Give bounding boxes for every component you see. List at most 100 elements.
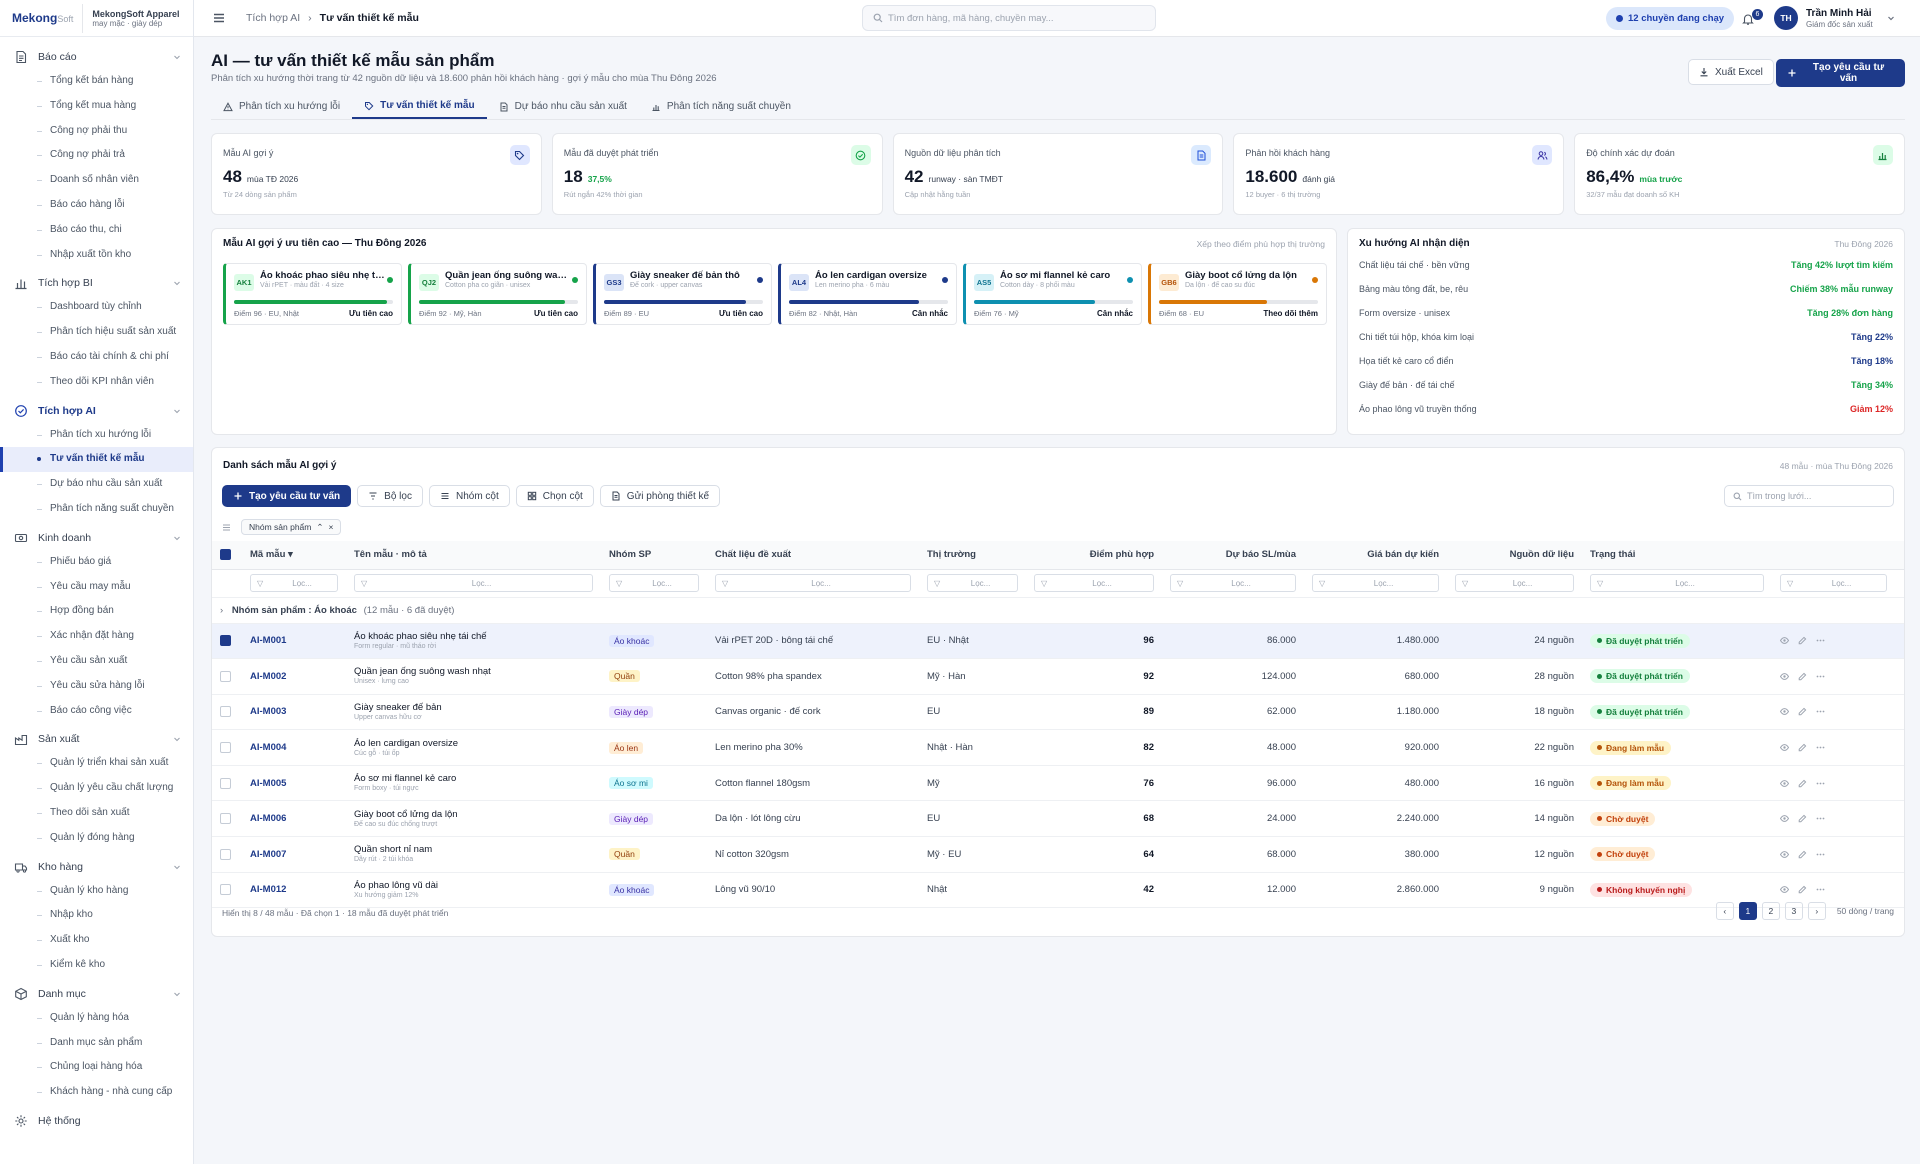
sidebar-item[interactable]: Xuất kho [0, 928, 193, 953]
sidebar-item[interactable]: Phân tích xu hướng lỗi [0, 423, 193, 448]
choose-columns-button[interactable]: Chọn cột [515, 485, 594, 507]
chevron-right-icon[interactable]: › [220, 605, 223, 616]
suggestion-card[interactable]: AS5 Áo sơ mi flannel kẻ caro Cotton dày … [963, 263, 1142, 325]
column-filter-input[interactable]: ▽ Lọc... [1170, 574, 1296, 592]
design-code-link[interactable]: AI-M001 [250, 635, 286, 646]
column-header[interactable]: Nguồn dữ liệu [1447, 541, 1582, 570]
sidebar-item[interactable]: Quản lý đóng hàng [0, 826, 193, 851]
sidebar-item[interactable]: Tư vấn thiết kế mẫu [0, 447, 193, 473]
kpi-card[interactable]: Mẫu AI gợi ý 48 mùa TĐ 2026 Từ 24 dòng s… [211, 133, 542, 215]
global-search-input[interactable]: Tìm đơn hàng, mã hàng, chuyền may... [862, 5, 1156, 31]
sidebar-item[interactable]: Yêu cầu sửa hàng lỗi [0, 674, 193, 699]
sidebar-item[interactable]: Tổng kết bán hàng [0, 69, 193, 94]
page-button[interactable]: 3 [1784, 902, 1803, 920]
sidebar-item[interactable]: Phân tích năng suất chuyền [0, 497, 193, 522]
grid-search-input[interactable]: Tìm trong lưới... [1724, 485, 1894, 507]
sidebar-item[interactable]: Phiếu báo giá [0, 550, 193, 575]
sidebar-item[interactable]: Yêu cầu sản xuất [0, 649, 193, 674]
sidebar-item[interactable]: Khách hàng - nhà cung cấp [0, 1080, 193, 1105]
sidebar-item[interactable]: Yêu cầu may mẫu [0, 575, 193, 600]
sidebar-item[interactable]: Quản lý kho hàng [0, 879, 193, 904]
column-filter-input[interactable]: ▽ Lọc... [1590, 574, 1764, 592]
menu-icon[interactable] [212, 11, 226, 25]
next-page-button[interactable]: › [1807, 902, 1826, 920]
sidebar-item[interactable]: Quản lý yêu cầu chất lượng [0, 776, 193, 801]
sidebar-group[interactable]: Tích hợp AI [0, 399, 193, 423]
sidebar-item[interactable]: Nhập xuất tồn kho [0, 243, 193, 268]
suggestion-card[interactable]: GS3 Giày sneaker đế bản thô Đế cork · up… [593, 263, 772, 325]
sidebar-group[interactable]: Tích hợp BI [0, 271, 193, 295]
more-icon[interactable] [1816, 885, 1825, 894]
more-icon[interactable] [1816, 672, 1825, 681]
table-row[interactable]: AI-M002 Quần jean ống suông wash nhạt Uni… [212, 658, 1904, 695]
table-row[interactable]: AI-M006 Giày boot cổ lửng da lộn Đế cao s… [212, 800, 1904, 838]
close-icon[interactable]: × [329, 522, 334, 532]
column-filter-input[interactable]: ▽ Lọc... [1312, 574, 1439, 592]
more-icon[interactable] [1816, 707, 1825, 716]
sidebar-item[interactable]: Báo cáo hàng lỗi [0, 193, 193, 218]
export-excel-button[interactable]: Xuất Excel [1688, 59, 1774, 85]
send-design-button[interactable]: Gửi phòng thiết kế [599, 485, 721, 507]
eye-icon[interactable] [1780, 885, 1789, 894]
suggestion-card[interactable]: AL4 Áo len cardigan oversize Len merino … [778, 263, 957, 325]
edit-icon[interactable] [1798, 779, 1807, 788]
user-menu[interactable]: TH Trần Minh Hải Giám đốc sản xuất [1774, 6, 1895, 30]
column-header[interactable]: Dự báo SL/mùa [1162, 541, 1304, 570]
suggestion-card[interactable]: AK1 Áo khoác phao siêu nhẹ tái chế Vải r… [223, 263, 402, 325]
sidebar-group[interactable]: Sản xuất [0, 727, 193, 751]
edit-icon[interactable] [1798, 850, 1807, 859]
kpi-card[interactable]: Mẫu đã duyệt phát triển 18 37,5% Rút ngắ… [551, 133, 883, 215]
create-request-button[interactable]: Tạo yêu cầu tư vấn [1776, 59, 1905, 87]
sidebar-item[interactable]: Công nợ phải thu [0, 119, 193, 144]
column-header[interactable]: Mã mẫu ▾ [242, 541, 346, 570]
sidebar-item[interactable]: Dự báo nhu cầu sản xuất [0, 472, 193, 497]
column-filter-input[interactable]: ▽ Lọc... [250, 574, 338, 592]
column-filter-input[interactable]: ▽ Lọc... [1455, 574, 1574, 592]
suggestion-card[interactable]: QJ2 Quần jean ống suông wash nhạt Cotton… [408, 263, 587, 325]
page-button[interactable]: 2 [1761, 902, 1780, 920]
eye-icon[interactable] [1780, 743, 1789, 752]
table-row[interactable]: AI-M007 Quần short nỉ nam Dây rút · 2 túi… [212, 836, 1904, 873]
column-filter-input[interactable]: ▽ Lọc... [354, 574, 593, 592]
edit-icon[interactable] [1798, 885, 1807, 894]
sidebar-group[interactable]: Báo cáo [0, 45, 193, 69]
column-header[interactable]: Nhóm SP [601, 541, 707, 570]
eye-icon[interactable] [1780, 814, 1789, 823]
row-checkbox[interactable] [220, 635, 231, 647]
column-header[interactable]: Giá bán dự kiến [1304, 541, 1447, 570]
row-checkbox[interactable] [220, 670, 231, 682]
table-row[interactable]: AI-M004 Áo len cardigan oversize Cúc gỗ ·… [212, 729, 1904, 766]
sidebar-group[interactable]: Kinh doanh [0, 526, 193, 550]
eye-icon[interactable] [1780, 707, 1789, 716]
sidebar-item[interactable]: Kiểm kê kho [0, 953, 193, 978]
table-row[interactable]: AI-M012 Áo phao lông vũ dài Xu hướng giảm… [212, 872, 1904, 909]
suggestion-sort[interactable]: Xếp theo điểm phù hợp thị trường [1197, 239, 1325, 249]
design-code-link[interactable]: AI-M002 [250, 671, 286, 682]
sidebar-item[interactable]: Công nợ phải trả [0, 143, 193, 168]
sidebar-item[interactable]: Danh mục sản phẩm [0, 1031, 193, 1056]
group-columns-button[interactable]: Nhóm cột [428, 485, 510, 507]
more-icon[interactable] [1816, 814, 1825, 823]
column-header[interactable]: Tên mẫu · mô tả [346, 541, 601, 570]
column-filter-input[interactable]: ▽ Lọc... [609, 574, 699, 592]
sidebar-item[interactable]: Tổng kết mua hàng [0, 94, 193, 119]
sidebar-group[interactable]: Danh mục [0, 982, 193, 1006]
column-header[interactable]: Điểm phù hợp [1026, 541, 1162, 570]
design-code-link[interactable]: AI-M004 [250, 742, 286, 753]
filter-button[interactable]: Bộ lọc [357, 485, 423, 507]
sidebar-item[interactable]: Phân tích hiệu suất sản xuất [0, 320, 193, 345]
sidebar-item[interactable]: Theo dõi sản xuất [0, 801, 193, 826]
column-header[interactable]: Trạng thái [1582, 541, 1772, 570]
column-filter-input[interactable]: ▽ Lọc... [1780, 574, 1887, 592]
sidebar-item[interactable]: Doanh số nhân viên [0, 168, 193, 193]
more-icon[interactable] [1816, 743, 1825, 752]
kpi-card[interactable]: Độ chính xác dự đoán 86,4% mùa trước 32/… [1574, 133, 1905, 215]
group-row[interactable]: › Nhóm sản phẩm : Áo khoác (12 mẫu · 6 đ… [212, 597, 1904, 624]
row-checkbox[interactable] [220, 848, 231, 860]
eye-icon[interactable] [1780, 636, 1789, 645]
breadcrumb-root[interactable]: Tích hợp AI [246, 12, 300, 24]
group-chip[interactable]: Nhóm sản phẩm ⌃ × [241, 519, 342, 535]
sidebar-item[interactable]: Nhập kho [0, 903, 193, 928]
table-row[interactable]: AI-M001 Áo khoác phao siêu nhẹ tái chế Fo… [212, 623, 1904, 660]
sidebar-item[interactable]: Dashboard tùy chỉnh [0, 295, 193, 320]
